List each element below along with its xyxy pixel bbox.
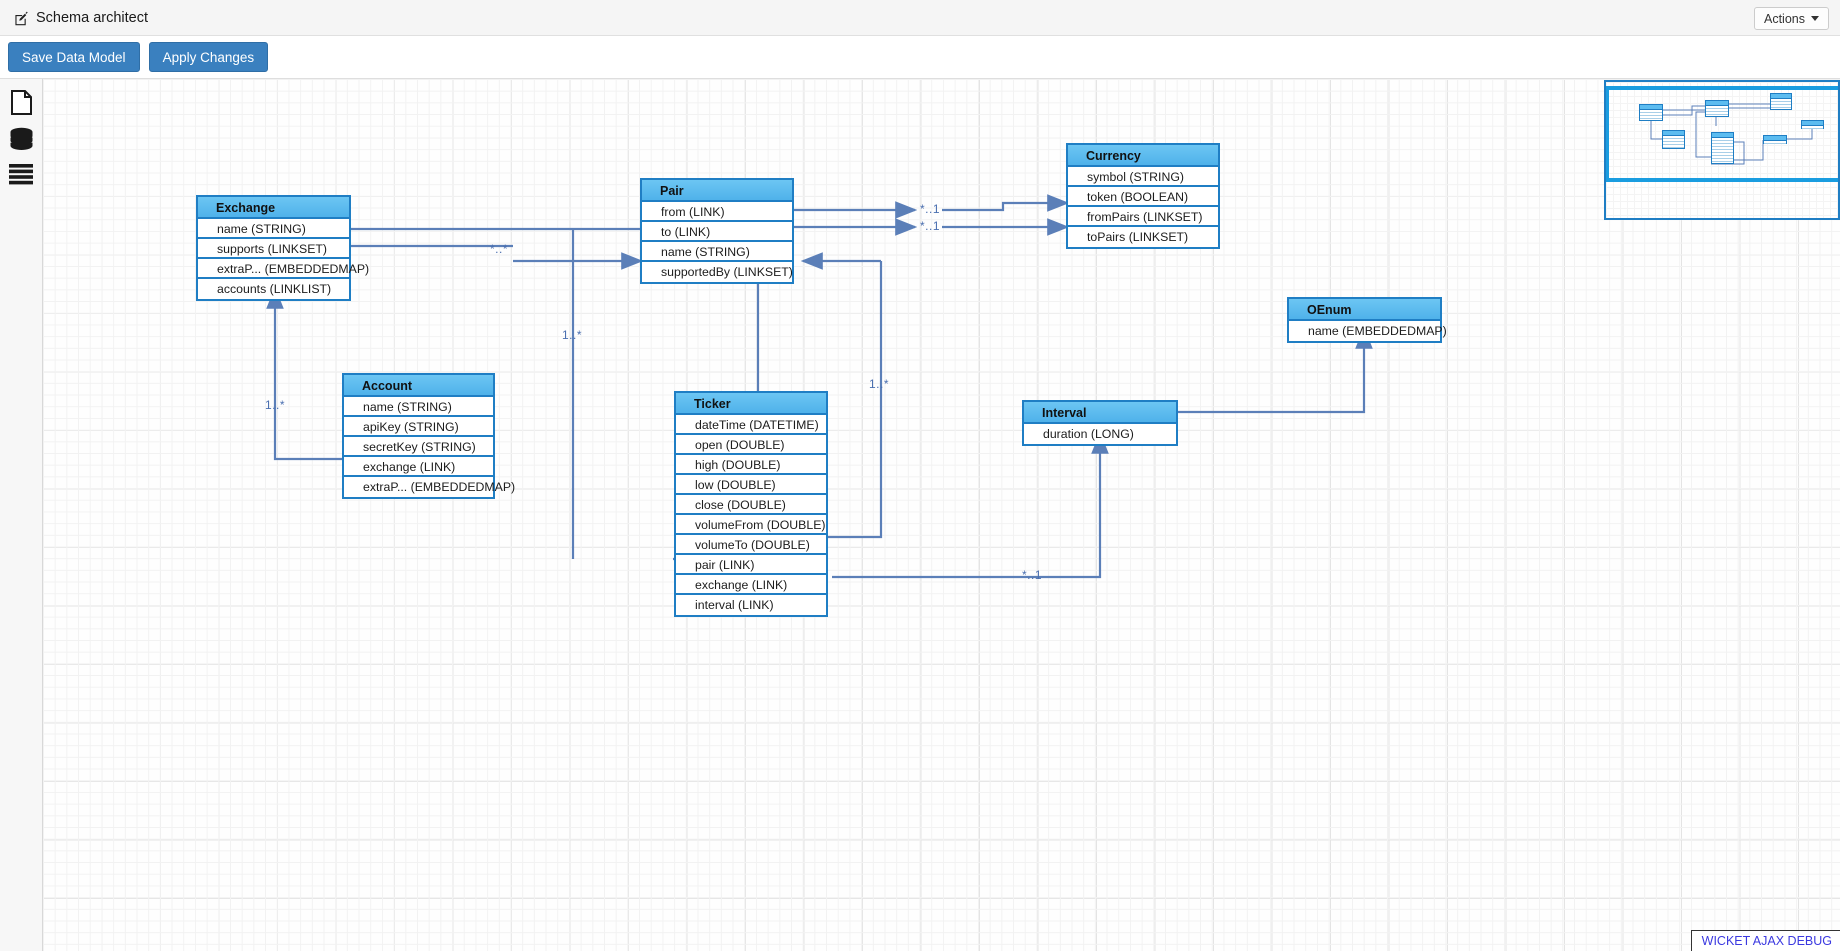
entity-title: Interval xyxy=(1024,402,1176,424)
entity-property[interactable]: secretKey (STRING) xyxy=(344,437,493,457)
document-page-icon xyxy=(10,90,32,120)
new-document-tool[interactable] xyxy=(6,90,36,120)
entity-property[interactable]: accounts (LINKLIST) xyxy=(198,279,349,299)
entity-property[interactable]: interval (LINK) xyxy=(676,595,826,615)
entity-title: Pair xyxy=(642,180,792,202)
cardinality-label: *..1 xyxy=(920,219,941,233)
entity-title: Exchange xyxy=(198,197,349,219)
title-group: Schema architect xyxy=(0,10,148,26)
entity-property[interactable]: exchange (LINK) xyxy=(344,457,493,477)
minimap-viewport[interactable] xyxy=(1606,86,1838,182)
entity-title: Account xyxy=(344,375,493,397)
entity-property[interactable]: toPairs (LINKSET) xyxy=(1068,227,1218,247)
actions-button-label: Actions xyxy=(1764,11,1805,26)
entity-property[interactable]: pair (LINK) xyxy=(676,555,826,575)
entity-property[interactable]: name (STRING) xyxy=(198,219,349,239)
chevron-down-icon xyxy=(1811,16,1819,21)
title-bar: Schema architect Actions xyxy=(0,0,1840,36)
entity-property[interactable]: dateTime (DATETIME) xyxy=(676,415,826,435)
database-tool[interactable] xyxy=(6,126,36,156)
entity-currency[interactable]: Currency symbol (STRING) token (BOOLEAN)… xyxy=(1066,143,1220,249)
action-toolbar: Save Data Model Apply Changes xyxy=(0,36,1840,78)
entity-interval[interactable]: Interval duration (LONG) xyxy=(1022,400,1178,446)
entity-property[interactable]: low (DOUBLE) xyxy=(676,475,826,495)
entity-property[interactable]: to (LINK) xyxy=(642,222,792,242)
entity-property[interactable]: name (STRING) xyxy=(642,242,792,262)
diagram-tool-strip xyxy=(0,79,43,951)
list-tool[interactable] xyxy=(6,162,36,192)
diagram-minimap[interactable] xyxy=(1604,80,1840,220)
entity-property[interactable]: volumeFrom (DOUBLE) xyxy=(676,515,826,535)
entity-property[interactable]: symbol (STRING) xyxy=(1068,167,1218,187)
database-stack-icon xyxy=(9,127,34,156)
diagram-canvas[interactable]: *..1 *..1 *..* 1..* 1..* 1..* *..1 Excha… xyxy=(0,78,1840,951)
entity-property[interactable]: open (DOUBLE) xyxy=(676,435,826,455)
wicket-ajax-debug-link[interactable]: WICKET AJAX DEBUG xyxy=(1690,930,1840,951)
actions-button[interactable]: Actions xyxy=(1754,7,1829,30)
cardinality-label: 1..* xyxy=(562,328,583,342)
cardinality-label: *..1 xyxy=(1022,568,1043,582)
entity-property[interactable]: extraP... (EMBEDDEDMAP) xyxy=(344,477,515,497)
entity-property[interactable]: apiKey (STRING) xyxy=(344,417,493,437)
list-lines-icon xyxy=(9,163,33,191)
entity-property[interactable]: fromPairs (LINKSET) xyxy=(1068,207,1218,227)
cardinality-label: 1..* xyxy=(869,377,890,391)
entity-property[interactable]: supports (LINKSET) xyxy=(198,239,349,259)
entity-property[interactable]: volumeTo (DOUBLE) xyxy=(676,535,826,555)
entity-property[interactable]: exchange (LINK) xyxy=(676,575,826,595)
entity-property[interactable]: supportedBy (LINKSET) xyxy=(642,262,793,282)
entity-account[interactable]: Account name (STRING) apiKey (STRING) se… xyxy=(342,373,515,499)
entity-title: Ticker xyxy=(676,393,826,415)
save-data-model-button[interactable]: Save Data Model xyxy=(8,42,140,72)
cardinality-label: *..1 xyxy=(920,202,941,216)
wicket-ajax-debug-label: WICKET AJAX DEBUG xyxy=(1701,934,1832,948)
entity-property[interactable]: extraP... (EMBEDDEDMAP) xyxy=(198,259,369,279)
entity-property[interactable]: token (BOOLEAN) xyxy=(1068,187,1218,207)
entity-property[interactable]: close (DOUBLE) xyxy=(676,495,826,515)
edit-square-icon xyxy=(14,11,29,26)
apply-changes-button[interactable]: Apply Changes xyxy=(148,42,269,72)
entity-pair[interactable]: Pair from (LINK) to (LINK) name (STRING)… xyxy=(640,178,794,284)
save-data-model-label: Save Data Model xyxy=(22,49,126,65)
entity-property[interactable]: high (DOUBLE) xyxy=(676,455,826,475)
entity-exchange[interactable]: Exchange name (STRING) supports (LINKSET… xyxy=(196,195,369,301)
apply-changes-label: Apply Changes xyxy=(162,49,255,65)
entity-title: OEnum xyxy=(1289,299,1440,321)
entity-property[interactable]: name (STRING) xyxy=(344,397,493,417)
entity-property[interactable]: duration (LONG) xyxy=(1024,424,1176,444)
cardinality-label: 1..* xyxy=(265,398,286,412)
cardinality-label: *..* xyxy=(490,242,509,256)
entity-property[interactable]: from (LINK) xyxy=(642,202,792,222)
entity-title: Currency xyxy=(1068,145,1218,167)
diagram-grid[interactable]: *..1 *..1 *..* 1..* 1..* 1..* *..1 Excha… xyxy=(43,79,1840,951)
entity-ticker[interactable]: Ticker dateTime (DATETIME) open (DOUBLE)… xyxy=(674,391,828,617)
entity-property[interactable]: name (EMBEDDEDMAP) xyxy=(1289,321,1447,341)
page-title: Schema architect xyxy=(36,9,149,26)
entity-oenum[interactable]: OEnum name (EMBEDDEDMAP) xyxy=(1287,297,1447,343)
